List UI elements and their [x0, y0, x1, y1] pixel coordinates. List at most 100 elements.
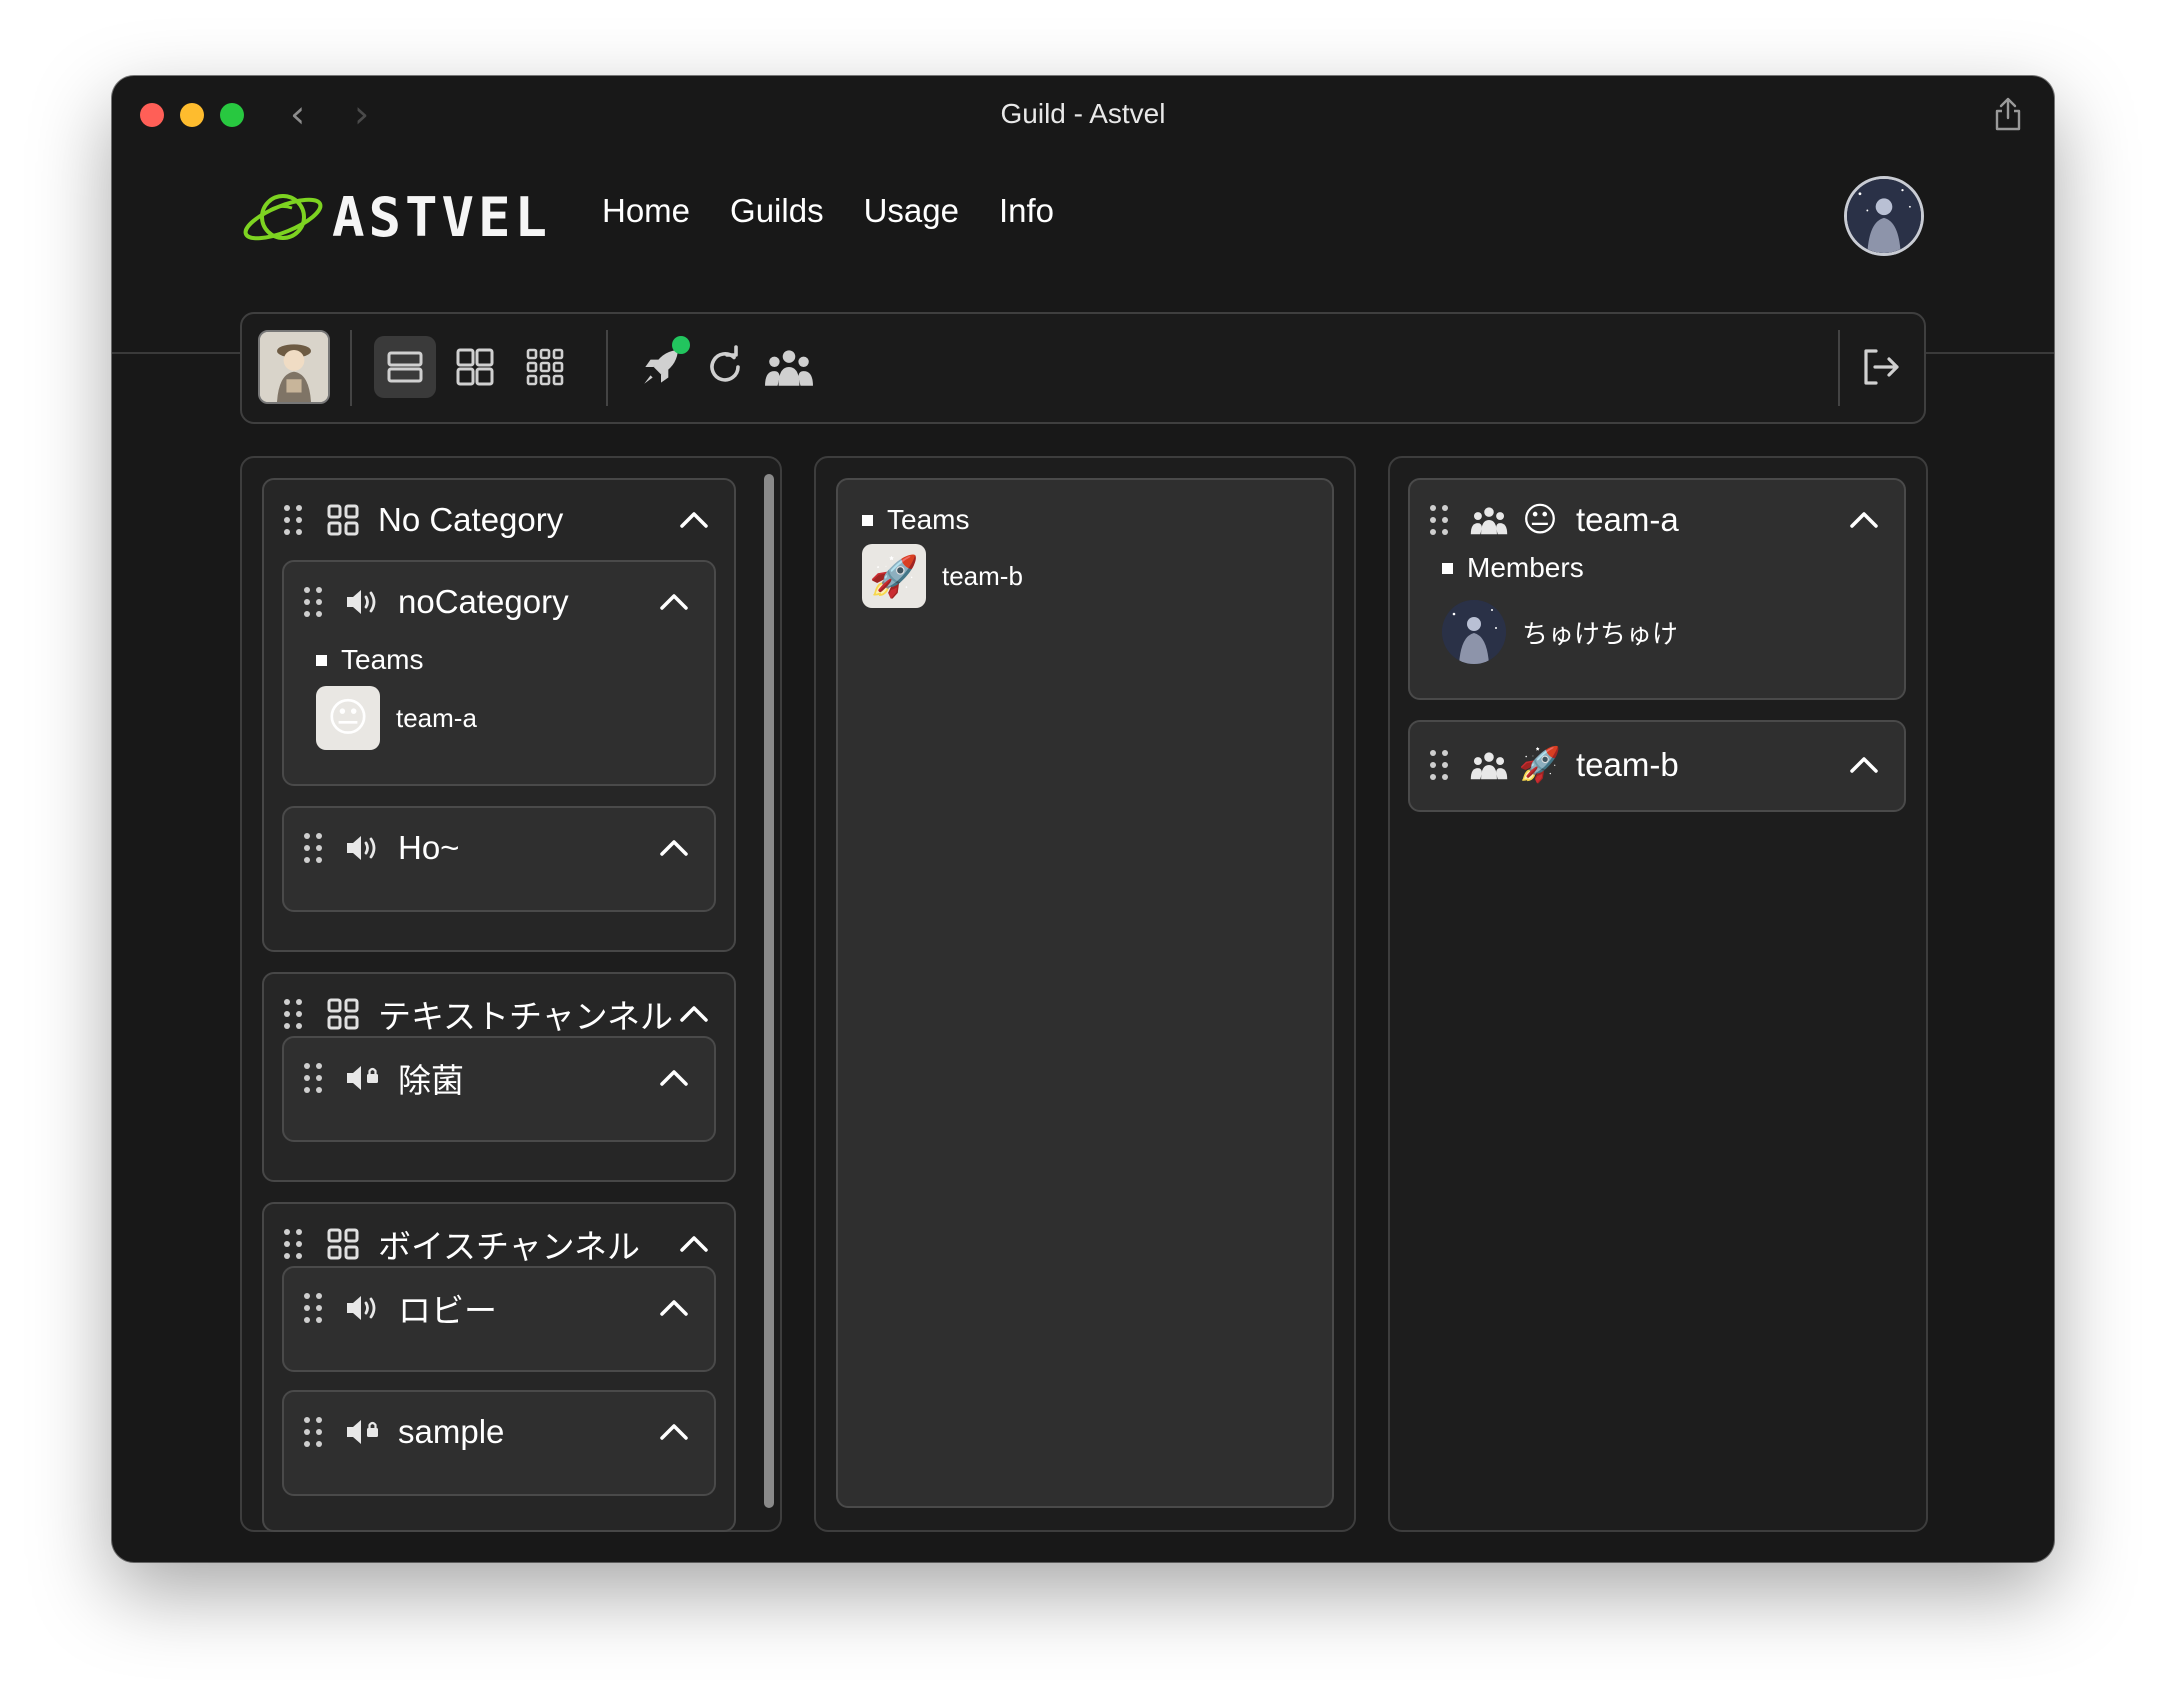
team-card[interactable]: 🚀 team-b: [1408, 720, 1906, 812]
channel-name: noCategory: [398, 583, 569, 620]
member-entry[interactable]: ちゅけちゅけ: [1442, 600, 1678, 664]
chevron-up-icon[interactable]: [658, 834, 690, 862]
list-layout-icon: [387, 351, 423, 383]
drag-handle-icon[interactable]: [302, 831, 324, 865]
channels-scrollbar[interactable]: [764, 474, 774, 1508]
chevron-up-icon[interactable]: [678, 506, 710, 534]
channel-name: 除菌: [398, 1062, 464, 1099]
channel-header[interactable]: ロビー: [284, 1268, 714, 1348]
grid-2-icon: [456, 348, 494, 386]
leave-button[interactable]: [1850, 336, 1912, 398]
nav-usage[interactable]: Usage: [864, 192, 959, 230]
share-icon[interactable]: [1992, 96, 2024, 132]
chevron-up-icon[interactable]: [658, 1064, 690, 1092]
chevron-up-icon[interactable]: [658, 1294, 690, 1322]
nav-guilds[interactable]: Guilds: [730, 192, 824, 230]
chevron-up-icon[interactable]: [678, 1000, 710, 1028]
speaker-icon: [347, 590, 376, 614]
channel-card[interactable]: noCategory Teams 😐 team-a: [282, 560, 716, 786]
chevron-up-icon[interactable]: [1848, 506, 1880, 534]
channel-header[interactable]: sample: [284, 1392, 714, 1472]
chevron-up-icon[interactable]: [678, 1230, 710, 1258]
toolbar-divider: [606, 330, 608, 406]
exit-icon: [1864, 349, 1899, 385]
channel-header[interactable]: noCategory: [284, 562, 714, 642]
grid-3-layout-button[interactable]: [514, 336, 576, 398]
members-section-label: Members: [1442, 552, 1584, 584]
channel-name: ロビー: [398, 1292, 497, 1329]
drag-handle-icon[interactable]: [302, 1291, 324, 1325]
category-name: テキストチャンネル: [378, 998, 674, 1035]
chevron-up-icon[interactable]: [658, 1418, 690, 1446]
member-avatar-image: [1442, 600, 1506, 664]
drag-handle-icon[interactable]: [302, 1415, 324, 1449]
teams-button[interactable]: [758, 336, 820, 398]
bullet-square: [316, 654, 327, 666]
chevron-up-icon[interactable]: [1848, 751, 1880, 779]
member-name: ちゅけちゅけ: [1522, 618, 1679, 649]
drag-handle-icon[interactable]: [1428, 748, 1450, 782]
category-name: No Category: [378, 501, 564, 538]
neutral-face-icon: 😐: [1522, 500, 1558, 540]
channel-name: sample: [398, 1413, 505, 1450]
drag-handle-icon[interactable]: [282, 997, 304, 1031]
teams-dropzone[interactable]: Teams 🚀 team-b: [836, 478, 1334, 1508]
team-entry[interactable]: 😐 team-a: [316, 686, 477, 750]
refresh-button[interactable]: [694, 336, 756, 398]
planet-logo-icon: [243, 194, 323, 241]
team-name: team-b: [942, 560, 1023, 591]
channel-header[interactable]: Ho~: [284, 808, 714, 888]
rocket-emoji-icon: 🚀: [869, 553, 919, 600]
drag-handle-icon[interactable]: [282, 503, 304, 537]
rocket-emoji-icon: 🚀: [1518, 745, 1562, 785]
teams-label: Teams: [341, 644, 424, 675]
members-label: Members: [1467, 552, 1584, 583]
chevron-up-icon[interactable]: [658, 588, 690, 616]
category-header[interactable]: No Category: [264, 480, 734, 560]
grid-3-icon: [526, 348, 564, 386]
toolbar-divider: [350, 330, 352, 406]
drag-handle-icon[interactable]: [1428, 503, 1450, 537]
list-layout-button[interactable]: [374, 336, 436, 398]
channel-card[interactable]: Ho~: [282, 806, 716, 912]
people-icon: [1470, 752, 1508, 780]
channel-name: Ho~: [398, 829, 460, 866]
refresh-icon: [710, 345, 740, 382]
team-header[interactable]: 🚀 team-b: [1410, 722, 1904, 808]
team-name: team-b: [1576, 746, 1679, 783]
member-avatar: [1442, 600, 1506, 664]
bot-status-button[interactable]: [630, 336, 692, 398]
team-avatar: 😐: [316, 686, 380, 750]
channel-card[interactable]: ロビー: [282, 1266, 716, 1372]
app-window: ‹ › Guild - Astvel ASTVEL Home Guilds Us…: [112, 76, 2054, 1562]
window-title: Guild - Astvel: [1000, 98, 1166, 129]
team-avatar: 🚀: [862, 544, 926, 608]
team-name: team-a: [1576, 501, 1679, 538]
speaker-icon: [347, 1296, 376, 1320]
neutral-face-icon: 😐: [327, 695, 369, 741]
nav-info[interactable]: Info: [999, 192, 1054, 230]
people-icon: [1470, 507, 1508, 535]
team-name: team-a: [396, 702, 477, 733]
speaker-lock-icon: [347, 1066, 378, 1090]
teams-label: Teams: [887, 504, 970, 535]
drag-handle-icon[interactable]: [302, 585, 324, 619]
drag-handle-icon[interactable]: [282, 1227, 304, 1261]
drag-handle-icon[interactable]: [302, 1061, 324, 1095]
user-avatar-image: [1847, 179, 1921, 253]
team-entry[interactable]: 🚀 team-b: [862, 544, 1023, 608]
team-card[interactable]: 😐 team-a Members ちゅけちゅけ: [1408, 478, 1906, 700]
main-nav: Home Guilds Usage Info: [602, 192, 1054, 230]
team-header[interactable]: 😐 team-a: [1410, 480, 1904, 560]
guild-icon[interactable]: [258, 330, 330, 404]
logo-text: ASTVEL: [332, 185, 552, 249]
logo[interactable]: ASTVEL: [240, 184, 551, 250]
channel-card[interactable]: 除菌: [282, 1036, 716, 1142]
nav-home[interactable]: Home: [602, 192, 690, 230]
channel-header[interactable]: 除菌: [284, 1038, 714, 1118]
grid-2-layout-button[interactable]: [444, 336, 506, 398]
channel-card[interactable]: sample: [282, 1390, 716, 1496]
user-avatar[interactable]: [1844, 176, 1924, 256]
teams-section-label: Teams: [316, 644, 423, 676]
title-bar: ‹ › Guild - Astvel: [112, 76, 2054, 152]
